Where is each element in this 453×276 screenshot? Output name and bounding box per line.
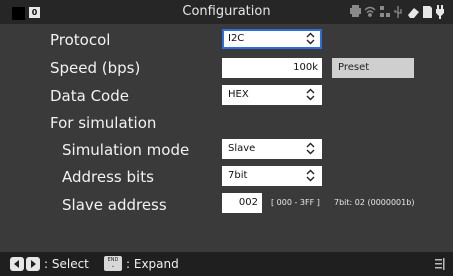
address-bits-value: 7bit — [228, 170, 248, 181]
plug-icon — [436, 5, 444, 19]
data-code-select[interactable]: HEX — [222, 85, 322, 105]
address-bit-info: 7bit: 02 (0000001b) — [334, 198, 415, 207]
eraser-icon — [408, 8, 419, 18]
address-bits-label: Address bits — [62, 168, 154, 186]
select-hint: : Select — [44, 257, 89, 271]
up-down-chevron-icon — [306, 88, 315, 101]
data-code-label: Data Code — [50, 87, 129, 105]
data-code-value: HEX — [228, 89, 249, 100]
sd-card-icon — [423, 6, 432, 18]
bottom-bar: : Select END ⌄ : Expand — [0, 252, 453, 276]
slave-address-label: Slave address — [62, 196, 167, 214]
up-down-chevron-icon — [306, 32, 315, 45]
print-icon — [350, 5, 361, 17]
preset-button[interactable]: Preset — [332, 58, 414, 78]
up-down-chevron-icon — [306, 142, 315, 155]
simulation-mode-value: Slave — [228, 143, 256, 154]
simulation-mode-label: Simulation mode — [62, 141, 190, 159]
end-key-icon[interactable]: END ⌄ — [104, 256, 122, 271]
for-simulation-heading: For simulation — [50, 114, 157, 132]
address-range: [ 000 - 3FF ] — [271, 198, 320, 207]
protocol-value: I2C — [228, 33, 245, 44]
speed-input[interactable]: 100k — [222, 58, 322, 78]
speed-label: Speed (bps) — [50, 59, 141, 77]
wifi-icon — [364, 6, 376, 17]
title-bar: 0 Configuration — [0, 0, 453, 24]
status-icons — [350, 5, 446, 19]
network-icon — [380, 6, 390, 17]
menu-icon[interactable] — [435, 258, 445, 270]
protocol-select[interactable]: I2C — [222, 29, 322, 49]
slave-address-input[interactable]: 002 — [222, 193, 262, 213]
right-arrow-icon[interactable] — [26, 257, 40, 271]
address-bits-select[interactable]: 7bit — [222, 166, 322, 186]
simulation-mode-select[interactable]: Slave — [222, 139, 322, 159]
usb-icon — [394, 6, 402, 18]
up-down-chevron-icon — [306, 169, 315, 182]
left-arrow-icon[interactable] — [10, 257, 24, 271]
expand-hint: : Expand — [126, 257, 179, 271]
protocol-label: Protocol — [50, 31, 111, 49]
end-key-label: END — [107, 257, 119, 263]
